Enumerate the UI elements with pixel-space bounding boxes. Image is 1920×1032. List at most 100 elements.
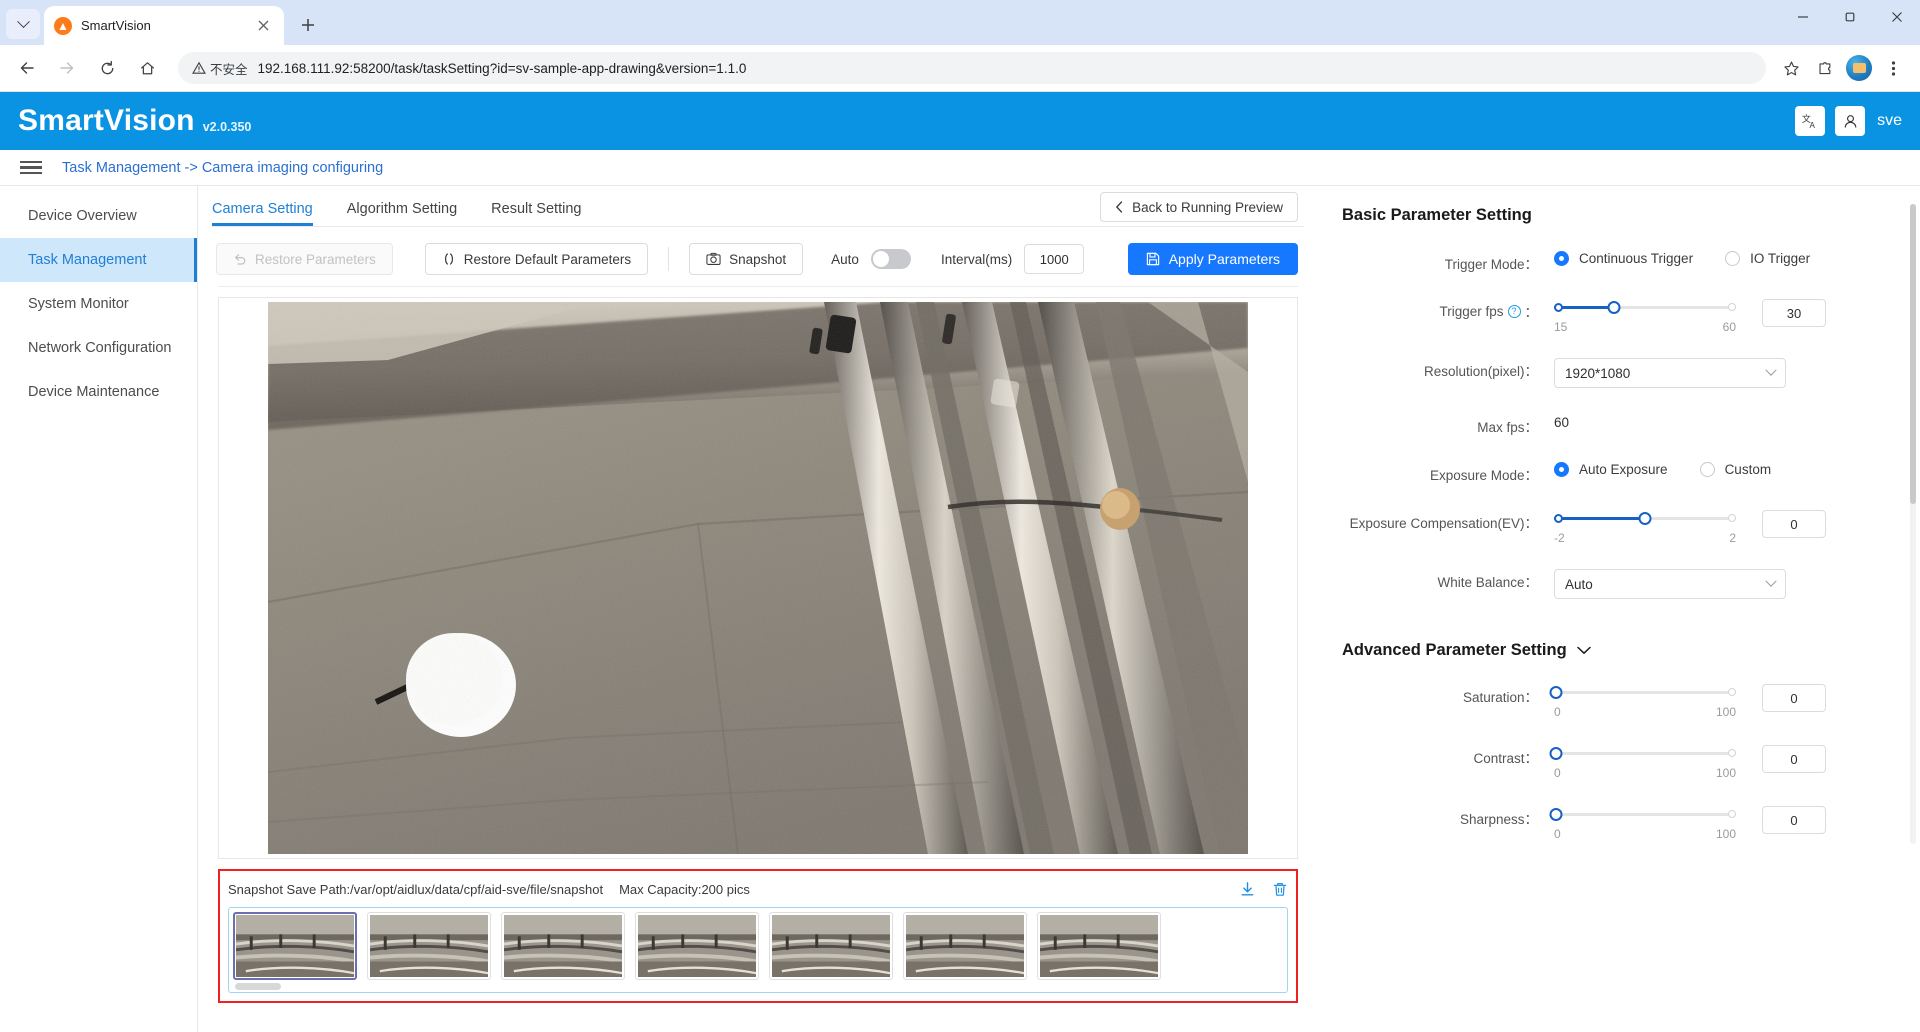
restore-default-parameters-button[interactable]: Restore Default Parameters <box>424 243 649 275</box>
reload-icon[interactable] <box>90 51 124 85</box>
app-brand-title: SmartVision <box>18 104 195 137</box>
snapshot-thumbnail[interactable] <box>1037 912 1161 980</box>
trigger-fps-input[interactable] <box>1762 299 1826 327</box>
slider-knob[interactable] <box>1638 511 1652 525</box>
snapshot-button[interactable]: Snapshot <box>689 243 804 275</box>
tab-search-chevron-down-icon[interactable] <box>6 9 40 39</box>
advanced-parameter-setting-title[interactable]: Advanced Parameter Setting <box>1342 641 1892 660</box>
sidebar-item-device-overview[interactable]: Device Overview <box>0 194 197 238</box>
scrollbar-thumb[interactable] <box>1910 204 1916 504</box>
sidebar-item-network-configuration[interactable]: Network Configuration <box>0 326 197 370</box>
slider-end-dot <box>1728 688 1736 696</box>
sidebar-item-label: System Monitor <box>28 296 129 312</box>
radio-auto-exposure[interactable]: Auto Exposure <box>1554 462 1668 477</box>
three-dots-menu-icon[interactable] <box>1876 51 1910 85</box>
slider-fill <box>1554 305 1615 309</box>
close-window-icon[interactable] <box>1873 0 1920 33</box>
slider-knob[interactable] <box>1549 746 1563 760</box>
snapshot-thumbnail-strip[interactable] <box>228 907 1288 993</box>
resolution-value: 1920*1080 <box>1565 365 1631 381</box>
thumbnail-scrollbar[interactable] <box>233 980 1283 992</box>
snapshot-actions <box>1239 881 1288 898</box>
snapshot-thumbnail[interactable] <box>769 912 893 980</box>
trigger-fps-slider[interactable] <box>1554 299 1736 315</box>
sidebar-item-device-maintenance[interactable]: Device Maintenance <box>0 370 197 414</box>
plus-icon[interactable] <box>293 10 323 40</box>
chevron-down-icon[interactable] <box>1576 641 1591 660</box>
restore-parameters-button[interactable]: Restore Parameters <box>216 243 393 275</box>
breadcrumb-bar: Task Management -> Camera imaging config… <box>0 150 1920 186</box>
sharpness-input[interactable] <box>1762 806 1826 834</box>
camera-preview-container <box>218 297 1298 859</box>
trigger-mode-row: Trigger Mode： Continuous Trigger IO Trig… <box>1342 251 1892 273</box>
parameter-panel-scrollbar[interactable] <box>1910 204 1916 844</box>
question-circle-icon[interactable]: ? <box>1507 304 1521 318</box>
app-body: Device Overview Task Management System M… <box>0 186 1920 1032</box>
profile-avatar-icon[interactable] <box>1842 51 1876 85</box>
sidebar-item-label: Device Overview <box>28 208 137 224</box>
star-icon[interactable] <box>1774 51 1808 85</box>
user-icon[interactable] <box>1835 106 1866 136</box>
trigger-fps-range: 15 60 <box>1554 320 1736 334</box>
exposure-compensation-slider[interactable] <box>1554 510 1736 526</box>
slider-knob[interactable] <box>1607 300 1621 314</box>
hamburger-menu-icon[interactable] <box>20 161 42 174</box>
tab-label: Algorithm Setting <box>346 201 458 217</box>
camera-preview-image[interactable] <box>268 302 1248 854</box>
radio-continuous-trigger[interactable]: Continuous Trigger <box>1554 251 1693 266</box>
sidebar-item-system-monitor[interactable]: System Monitor <box>0 282 197 326</box>
minimize-icon[interactable] <box>1779 0 1826 33</box>
contrast-slider[interactable] <box>1549 745 1736 761</box>
apply-parameters-button[interactable]: Apply Parameters <box>1127 243 1298 275</box>
arrow-right-icon[interactable] <box>50 51 84 85</box>
contrast-range: 0 100 <box>1554 766 1736 780</box>
breadcrumb[interactable]: Task Management -> Camera imaging config… <box>62 160 383 176</box>
slider-knob[interactable] <box>1549 807 1563 821</box>
radio-custom-exposure[interactable]: Custom <box>1699 462 1771 477</box>
trash-icon[interactable] <box>1272 881 1288 898</box>
puzzle-piece-icon[interactable] <box>1808 51 1842 85</box>
exposure-compensation-row: Exposure Compensation(EV)： -2 2 <box>1342 510 1892 545</box>
snapshot-max-capacity-label: Max Capacity:200 pics <box>619 881 750 897</box>
download-icon[interactable] <box>1239 881 1256 898</box>
auto-toggle-switch[interactable] <box>870 249 911 269</box>
interval-input[interactable] <box>1024 244 1085 274</box>
contrast-input[interactable] <box>1762 745 1826 773</box>
parameter-panel: Basic Parameter Setting Trigger Mode： Co… <box>1318 186 1920 1032</box>
camera-icon <box>706 252 721 265</box>
thumbnail-scrollbar-thumb[interactable] <box>235 982 281 990</box>
sharpness-slider[interactable] <box>1549 806 1736 822</box>
snapshot-thumbnail[interactable] <box>367 912 491 980</box>
translate-icon[interactable]: 文 A <box>1795 106 1826 136</box>
content-divider <box>218 286 1298 287</box>
slider-min-label: 0 <box>1554 705 1561 719</box>
back-to-running-preview-button[interactable]: Back to Running Preview <box>1100 192 1298 222</box>
resolution-select[interactable]: 1920*1080 <box>1554 358 1786 388</box>
slider-knob[interactable] <box>1549 685 1563 699</box>
address-bar[interactable]: 不安全 192.168.111.92:58200/task/taskSettin… <box>178 52 1766 84</box>
exposure-compensation-input[interactable] <box>1762 510 1826 538</box>
header-actions: 文 A sve <box>1795 106 1902 136</box>
slider-min-label: 15 <box>1554 320 1568 334</box>
trigger-mode-label: Trigger Mode： <box>1444 257 1538 272</box>
arrow-left-icon[interactable] <box>10 51 44 85</box>
close-icon[interactable] <box>252 15 274 37</box>
tab-label: Camera Setting <box>212 201 313 217</box>
white-balance-label: White Balance： <box>1437 575 1538 590</box>
saturation-input[interactable] <box>1762 684 1826 712</box>
app-version-label: v2.0.350 <box>202 120 252 134</box>
white-balance-select[interactable]: Auto <box>1554 569 1786 599</box>
browser-tab-smartvision[interactable]: ▲ SmartVision <box>44 6 284 45</box>
sidebar-item-task-management[interactable]: Task Management <box>0 238 197 282</box>
maximize-icon[interactable] <box>1826 0 1873 33</box>
snapshot-thumbnail[interactable] <box>501 912 625 980</box>
snapshot-thumbnail[interactable] <box>903 912 1027 980</box>
saturation-slider[interactable] <box>1549 684 1736 700</box>
snapshot-thumbnail[interactable] <box>635 912 759 980</box>
home-icon[interactable] <box>130 51 164 85</box>
user-name-label[interactable]: sve <box>1877 112 1902 130</box>
snapshot-thumbnail[interactable] <box>233 912 357 980</box>
white-balance-row: White Balance： Auto <box>1342 569 1892 599</box>
radio-io-trigger[interactable]: IO Trigger <box>1725 251 1810 266</box>
security-indicator[interactable]: 不安全 <box>192 59 248 78</box>
